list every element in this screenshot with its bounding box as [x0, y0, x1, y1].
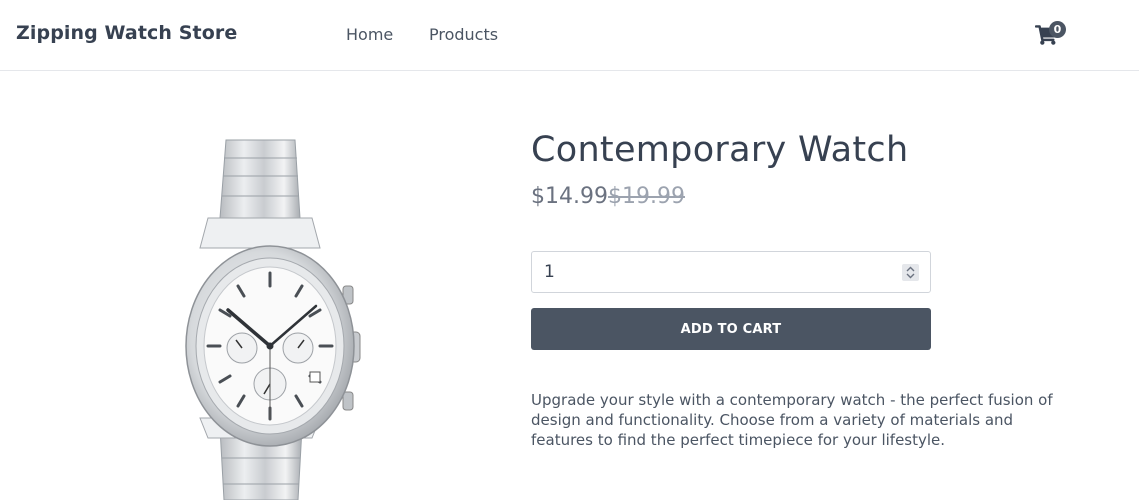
site-header: Zipping Watch Store Home Products 0: [0, 0, 1139, 71]
nav-home-link[interactable]: Home: [346, 25, 393, 44]
nav-products-link[interactable]: Products: [429, 25, 498, 44]
product-original-price: $19.99: [608, 184, 685, 209]
cart-button[interactable]: 0: [1035, 21, 1069, 49]
product-description: Upgrade your style with a contemporary w…: [531, 391, 1053, 449]
product-price: $14.99: [531, 184, 608, 209]
brand-logo-text[interactable]: Zipping Watch Store: [16, 22, 237, 44]
product-image: [160, 128, 380, 500]
cart-count-badge: 0: [1049, 21, 1066, 38]
quantity-stepper: [531, 251, 931, 293]
product-title: Contemporary Watch: [531, 130, 909, 170]
quantity-input[interactable]: [542, 261, 886, 283]
spinner-arrows-icon: [906, 266, 915, 279]
watch-illustration: [185, 139, 361, 500]
add-to-cart-button[interactable]: ADD TO CART: [531, 308, 931, 350]
quantity-spinner-arrows[interactable]: [902, 264, 919, 281]
